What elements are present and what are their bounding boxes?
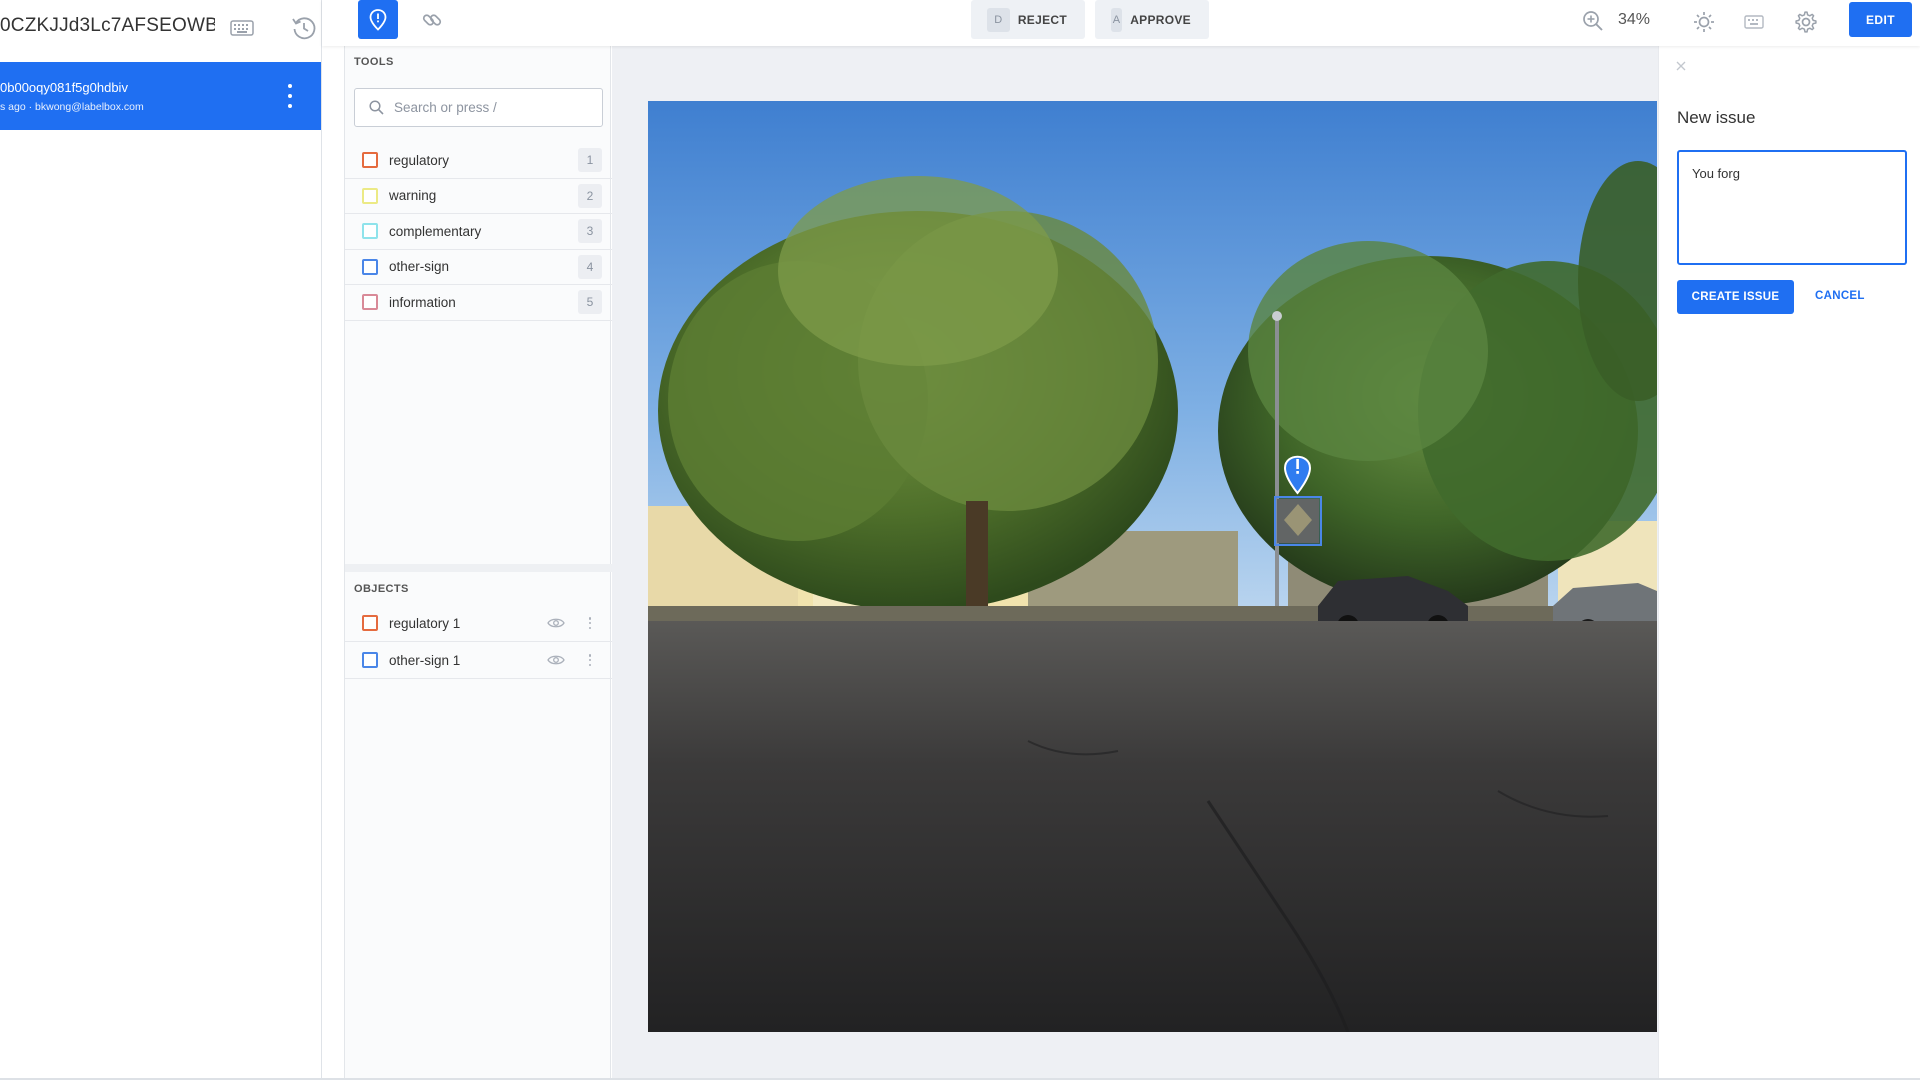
create-issue-button[interactable]: CREATE ISSUE	[1677, 280, 1794, 314]
keyboard-shortcuts-toolbar-button[interactable]	[1740, 8, 1768, 36]
brightness-button[interactable]	[1690, 8, 1718, 36]
approve-shortcut-key: A	[1111, 7, 1123, 32]
keyboard-shortcuts-button[interactable]	[226, 14, 258, 42]
object-color-swatch	[362, 652, 378, 668]
data-row-id: 0CZKJJd3Lc7AFSEOWB...	[0, 15, 215, 36]
issue-panel-title: New issue	[1677, 108, 1756, 127]
left-panel-header: 0CZKJJd3Lc7AFSEOWB...	[0, 0, 321, 56]
more-vertical-icon[interactable]	[586, 614, 594, 632]
tool-color-swatch	[362, 223, 378, 240]
issue-description-input[interactable]: You forg	[1677, 150, 1907, 265]
object-color-swatch	[362, 615, 378, 631]
objects-section-title: OBJECTS	[354, 583, 409, 595]
approve-label: APPROVE	[1130, 12, 1191, 27]
object-list: regulatory 1 other-sign 1	[345, 605, 612, 679]
review-card-selected[interactable]: 0b00oqy081f5g0hdbiv s ago · bkwong@label…	[0, 62, 321, 130]
tool-search-box[interactable]	[354, 88, 603, 127]
eye-icon[interactable]	[546, 652, 566, 668]
tool-item-regulatory[interactable]: regulatory 1	[345, 143, 612, 179]
tool-search-input[interactable]	[394, 100, 594, 115]
review-meta: s ago · bkwong@labelbox.com	[0, 101, 144, 113]
close-icon[interactable]	[1673, 58, 1689, 74]
tool-list: regulatory 1 warning 2 complementary 3 o…	[345, 143, 612, 321]
eye-icon[interactable]	[546, 615, 566, 631]
top-toolbar: D REJECT A APPROVE 34% EDIT	[322, 0, 1920, 46]
settings-icon	[1795, 11, 1817, 33]
reject-label: REJECT	[1017, 12, 1067, 27]
keyboard-icon	[1744, 15, 1764, 29]
object-label: regulatory 1	[389, 615, 461, 631]
object-item-regulatory-1[interactable]: regulatory 1	[345, 605, 612, 642]
street-scene-image[interactable]	[648, 101, 1657, 1032]
left-review-panel: 0CZKJJd3Lc7AFSEOWB... 0b00oqy081f5g0hdbi…	[0, 0, 322, 1080]
review-id: 0b00oqy081f5g0hdbiv	[0, 80, 128, 95]
search-icon	[369, 100, 384, 115]
history-button[interactable]	[288, 12, 320, 44]
section-divider	[345, 564, 612, 572]
tool-item-complementary[interactable]: complementary 3	[345, 214, 612, 250]
more-vertical-icon[interactable]	[284, 84, 296, 108]
issue-pin-icon	[369, 8, 387, 31]
approve-button[interactable]: A APPROVE	[1095, 0, 1209, 39]
tool-label: complementary	[389, 223, 482, 239]
cancel-button[interactable]: CANCEL	[1815, 290, 1865, 302]
link-tool-button[interactable]	[414, 2, 450, 38]
labeling-canvas-area	[612, 46, 1658, 1080]
more-vertical-icon[interactable]	[586, 651, 594, 669]
zoom-in-icon	[1583, 11, 1603, 31]
tool-item-other-sign[interactable]: other-sign 4	[345, 250, 612, 285]
settings-button[interactable]	[1791, 7, 1821, 37]
history-icon	[292, 17, 316, 40]
object-item-other-sign-1[interactable]: other-sign 1	[345, 642, 612, 679]
link-icon	[422, 14, 442, 26]
street-scene-svg	[648, 101, 1657, 1032]
tools-panel: TOOLS regulatory 1 warning 2 complementa…	[344, 46, 612, 1080]
tool-shortcut-key: 3	[578, 219, 602, 243]
issue-pin-tool-button[interactable]	[358, 0, 398, 39]
zoom-level: 34%	[1618, 11, 1651, 28]
object-label: other-sign 1	[389, 652, 461, 668]
brightness-icon	[1694, 12, 1714, 32]
tool-item-warning[interactable]: warning 2	[345, 179, 612, 214]
tool-color-swatch	[362, 187, 378, 204]
tool-label: other-sign	[389, 259, 450, 275]
reject-button[interactable]: D REJECT	[971, 0, 1085, 39]
keyboard-icon	[230, 20, 254, 36]
edit-button[interactable]: EDIT	[1849, 2, 1912, 37]
tool-shortcut-key: 5	[578, 290, 602, 314]
tool-label: information	[389, 294, 456, 310]
tool-color-swatch	[362, 294, 378, 311]
tool-shortcut-key: 1	[578, 148, 602, 172]
zoom-in-button[interactable]	[1580, 8, 1606, 34]
tool-shortcut-key: 2	[578, 183, 602, 208]
tool-label: warning	[389, 188, 437, 204]
tools-section-title: TOOLS	[354, 56, 394, 68]
new-issue-panel: New issue You forg CREATE ISSUE CANCEL	[1658, 46, 1920, 1080]
reject-shortcut-key: D	[987, 7, 1010, 32]
tool-color-swatch	[362, 152, 378, 169]
tool-item-information[interactable]: information 5	[345, 285, 612, 321]
tool-label: regulatory	[389, 152, 450, 168]
tool-shortcut-key: 4	[578, 254, 602, 279]
tool-color-swatch	[362, 258, 378, 275]
